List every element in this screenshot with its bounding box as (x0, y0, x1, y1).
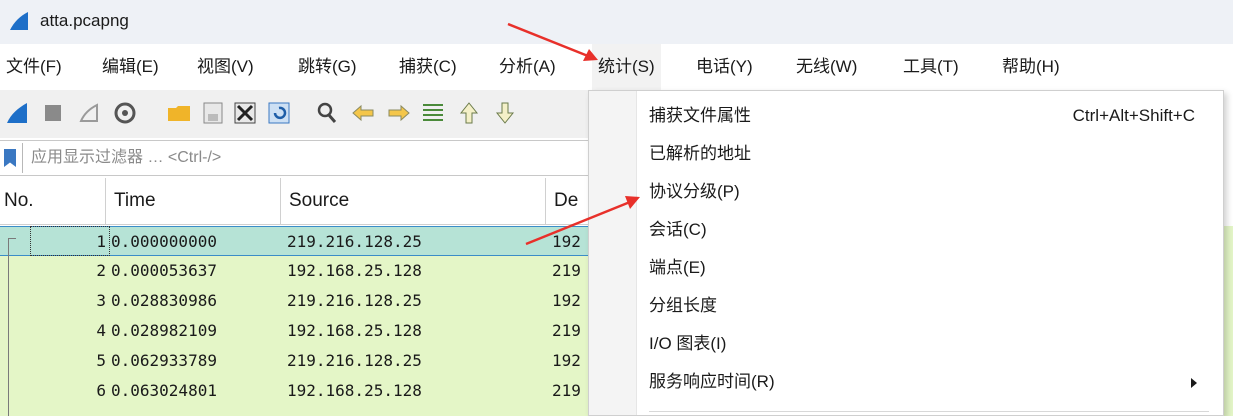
title-bar: atta.pcapng (0, 0, 1233, 44)
stop-capture-icon[interactable] (40, 100, 66, 126)
go-first-icon[interactable] (456, 100, 482, 126)
packet-source: 219.216.128.25 (287, 232, 422, 251)
packet-row-partial[interactable] (0, 406, 600, 416)
submenu-arrow-icon (1191, 378, 1197, 388)
packet-row[interactable]: 6 0.063024801 192.168.25.128 219 (0, 376, 600, 406)
header-divider (0, 224, 600, 225)
save-file-icon[interactable] (200, 100, 226, 126)
menu-tools[interactable]: 工具(T) (897, 44, 965, 90)
conversation-tree-line (8, 238, 16, 239)
packet-time: 0.000053637 (111, 261, 217, 280)
packet-source: 192.168.25.128 (287, 261, 422, 280)
open-file-icon[interactable] (166, 100, 192, 126)
menu-item-label: 服务响应时间(R) (649, 372, 775, 391)
packet-row[interactable]: 3 0.028830986 219.216.128.25 192 (0, 286, 600, 316)
menu-item-capture-file-properties[interactable]: 捕获文件属性 Ctrl+Alt+Shift+C (637, 97, 1223, 135)
packet-no: 2 (96, 261, 106, 280)
packet-no: 6 (96, 381, 106, 400)
packet-source: 219.216.128.25 (287, 291, 422, 310)
packet-no: 5 (96, 351, 106, 370)
go-to-packet-icon[interactable] (420, 100, 446, 126)
packet-no: 3 (96, 291, 106, 310)
menu-analyze[interactable]: 分析(A) (493, 44, 562, 90)
menu-wireless[interactable]: 无线(W) (790, 44, 863, 90)
go-last-icon[interactable] (492, 100, 518, 126)
menu-item-label: I/O 图表(I) (649, 334, 727, 353)
column-header-source[interactable]: Source (281, 178, 546, 224)
close-file-icon[interactable] (232, 100, 258, 126)
packet-row[interactable]: 5 0.062933789 219.216.128.25 192 (0, 346, 600, 376)
conversation-tree-line (8, 238, 9, 416)
display-filter-bar (0, 140, 600, 176)
capture-options-icon[interactable] (112, 100, 138, 126)
packet-source: 192.168.25.128 (287, 321, 422, 340)
packet-no: 4 (96, 321, 106, 340)
display-filter-input[interactable] (22, 143, 597, 173)
menu-item-label: 协议分级(P) (649, 182, 740, 201)
menu-item-shortcut: Ctrl+Alt+Shift+C (1072, 106, 1195, 125)
menu-item-label: 分组长度 (649, 296, 717, 315)
go-forward-icon[interactable] (386, 100, 412, 126)
menu-item-label: 端点(E) (649, 258, 706, 277)
menu-capture[interactable]: 捕获(C) (393, 44, 463, 90)
menu-item-conversations[interactable]: 会话(C) (637, 211, 1223, 249)
column-header-time[interactable]: Time (106, 178, 281, 224)
packet-time: 0.000000000 (111, 232, 217, 251)
packet-source: 219.216.128.25 (287, 351, 422, 370)
menu-telephony[interactable]: 电话(Y) (690, 44, 759, 90)
reload-file-icon[interactable] (266, 100, 292, 126)
packet-time: 0.028982109 (111, 321, 217, 340)
packet-row[interactable]: 4 0.028982109 192.168.25.128 219 (0, 316, 600, 346)
start-capture-icon[interactable] (4, 100, 30, 126)
go-back-icon[interactable] (350, 100, 376, 126)
menu-edit[interactable]: 编辑(E) (96, 44, 165, 90)
packet-time: 0.062933789 (111, 351, 217, 370)
menu-statistics[interactable]: 统计(S) (592, 44, 661, 90)
column-header-no[interactable]: No. (0, 178, 106, 224)
menu-go[interactable]: 跳转(G) (292, 44, 363, 90)
restart-capture-icon[interactable] (76, 100, 102, 126)
menu-item-io-graphs[interactable]: I/O 图表(I) (637, 325, 1223, 363)
window-title: atta.pcapng (40, 11, 129, 30)
menu-view[interactable]: 视图(V) (191, 44, 260, 90)
packet-row[interactable]: 2 0.000053637 192.168.25.128 219 (0, 256, 600, 286)
packet-source: 192.168.25.128 (287, 381, 422, 400)
menu-help[interactable]: 帮助(H) (996, 44, 1066, 90)
menu-item-resolved-addresses[interactable]: 已解析的地址 (637, 135, 1223, 173)
menu-file[interactable]: 文件(F) (0, 44, 68, 90)
main-toolbar (0, 90, 600, 138)
menu-item-label: 已解析的地址 (649, 144, 751, 163)
row-focus-indicator (30, 226, 110, 256)
menu-item-packet-lengths[interactable]: 分组长度 (637, 287, 1223, 325)
menu-separator (649, 411, 1209, 412)
menu-bar: 文件(F) 编辑(E) 视图(V) 跳转(G) 捕获(C) 分析(A) 统计(S… (0, 44, 1233, 90)
menu-item-label: 捕获文件属性 (649, 106, 751, 125)
wireshark-fin-icon (10, 12, 28, 30)
menu-item-endpoints[interactable]: 端点(E) (637, 249, 1223, 287)
bookmark-icon[interactable] (4, 149, 16, 167)
statistics-menu: 捕获文件属性 Ctrl+Alt+Shift+C 已解析的地址 协议分级(P) 会… (588, 90, 1224, 416)
packet-time: 0.063024801 (111, 381, 217, 400)
packet-time: 0.028830986 (111, 291, 217, 310)
find-packet-icon[interactable] (314, 100, 340, 126)
menu-item-service-response-time[interactable]: 服务响应时间(R) (637, 363, 1223, 401)
menu-icon-gutter (589, 91, 637, 415)
menu-item-protocol-hierarchy[interactable]: 协议分级(P) (637, 173, 1223, 211)
menu-item-label: 会话(C) (649, 220, 707, 239)
